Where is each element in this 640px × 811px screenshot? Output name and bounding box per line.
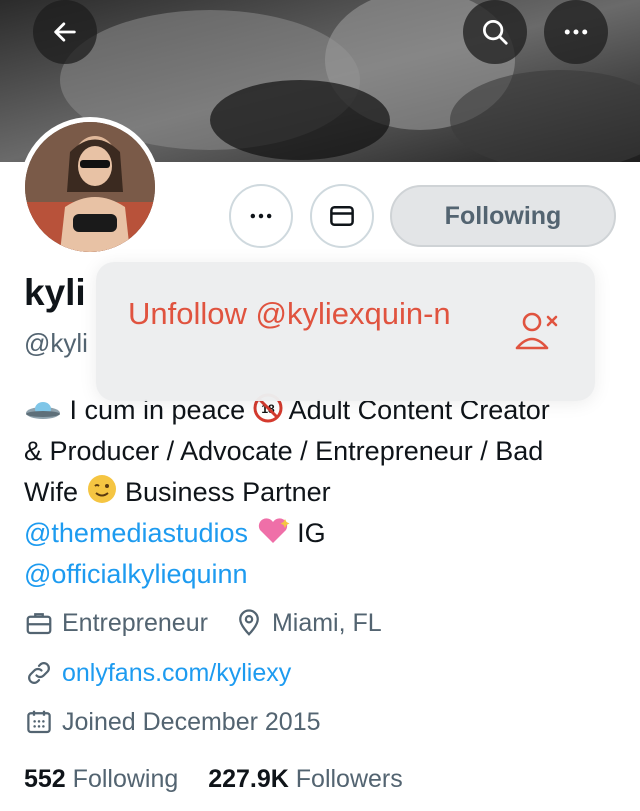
joined-row: Joined December 2015 bbox=[24, 707, 321, 737]
bio-line-3: Wife Business Partner bbox=[24, 472, 624, 513]
envelope-icon bbox=[330, 206, 354, 226]
location-text: Miami, FL bbox=[271, 608, 382, 637]
bio-text-partner: Business Partner bbox=[125, 477, 331, 507]
bio-text-ig: IG bbox=[297, 518, 326, 548]
followers-stat[interactable]: 227.9K Followers bbox=[208, 765, 403, 793]
profile-more-button[interactable] bbox=[229, 184, 293, 248]
website-row: onlyfans.com/kyliexy bbox=[24, 658, 291, 688]
link-icon bbox=[28, 662, 50, 684]
following-button[interactable]: Following bbox=[390, 185, 616, 247]
followers-count: 227.9K bbox=[208, 765, 289, 793]
avatar-photo bbox=[25, 122, 155, 252]
more-horizontal-icon bbox=[250, 213, 272, 219]
search-icon bbox=[483, 20, 508, 45]
flying-saucer-icon bbox=[26, 402, 60, 419]
website-link[interactable]: onlyfans.com/kyliexy bbox=[62, 659, 291, 688]
following-count: 552 bbox=[24, 765, 66, 793]
arrow-left-icon bbox=[54, 22, 76, 42]
profession-text: Entrepreneur bbox=[62, 608, 208, 637]
calendar-icon bbox=[27, 710, 51, 734]
follow-stats: 552 Following 227.9K Followers bbox=[24, 765, 403, 794]
more-horizontal-icon bbox=[564, 29, 588, 35]
following-stat-label: Following bbox=[72, 765, 179, 793]
bio-text-wife: Wife bbox=[24, 477, 78, 507]
location-pin-icon bbox=[239, 609, 259, 636]
more-options-button[interactable] bbox=[544, 0, 608, 64]
mention-officialkyliequinn[interactable]: @officialkyliequinn bbox=[24, 559, 248, 589]
followers-stat-label: Followers bbox=[295, 765, 403, 793]
avatar[interactable] bbox=[20, 117, 160, 257]
briefcase-icon bbox=[26, 613, 52, 635]
search-button[interactable] bbox=[463, 0, 527, 64]
joined-date-text: Joined December 2015 bbox=[62, 707, 321, 736]
sparkling-heart-icon bbox=[258, 518, 290, 543]
bio-line-4: @themediastudios IG bbox=[24, 513, 624, 554]
bio-line-5: @officialkyliequinn bbox=[24, 554, 624, 595]
display-name: kyli bbox=[24, 272, 86, 313]
username-handle: @kyli bbox=[24, 328, 88, 358]
mention-themediastudios[interactable]: @themediastudios bbox=[24, 518, 248, 548]
profile-bio: I cum in peace 18 Adult Content Creator … bbox=[24, 390, 624, 595]
unfollow-menu-item-label[interactable]: Unfollow @kyliexquin-n bbox=[128, 290, 508, 338]
profile-details-row: Entrepreneur Miami, FL bbox=[24, 608, 382, 638]
bio-line-2: & Producer / Advocate / Entrepreneur / B… bbox=[24, 436, 544, 466]
following-button-label: Following bbox=[444, 201, 562, 230]
message-button[interactable] bbox=[310, 184, 374, 248]
following-stat[interactable]: 552 Following bbox=[24, 765, 185, 793]
winking-face-icon bbox=[87, 475, 116, 503]
person-remove-icon[interactable] bbox=[512, 308, 562, 354]
back-button[interactable] bbox=[33, 0, 97, 64]
